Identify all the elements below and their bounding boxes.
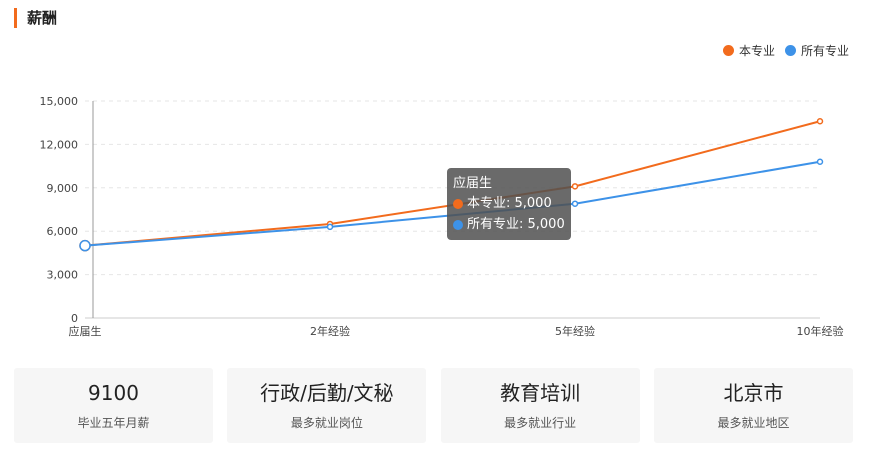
card-salary: 9100 毕业五年月薪: [14, 368, 213, 443]
tooltip-value-all: 所有专业: 5,000: [467, 217, 565, 232]
tooltip-row-major: 本专业: 5,000: [453, 193, 565, 214]
y-tick-label: 6,000: [47, 225, 79, 238]
card-position: 行政/后勤/文秘 最多就业岗位: [227, 368, 427, 443]
tooltip-row-all: 所有专业: 5,000: [453, 214, 565, 235]
y-tick-label: 9,000: [47, 182, 79, 195]
tooltip-value-major: 本专业: 5,000: [467, 196, 552, 211]
data-point: [571, 183, 579, 190]
y-tick-label: 12,000: [40, 138, 79, 151]
summary-cards: 9100 毕业五年月薪 行政/后勤/文秘 最多就业岗位 教育培训 最多就业行业 …: [14, 368, 853, 443]
x-tick-label: 应届生: [69, 324, 102, 338]
y-tick-label: 3,000: [47, 269, 79, 282]
data-point: [816, 118, 824, 125]
card-position-label: 最多就业岗位: [290, 416, 363, 430]
tooltip-dot-major: [453, 198, 463, 209]
x-tick-label: 5年经验: [555, 324, 595, 338]
data-point: [326, 223, 334, 231]
x-tick-label: 2年经验: [310, 324, 350, 338]
card-industry-value: 教育培训: [500, 381, 581, 405]
card-salary-value: 9100: [88, 381, 139, 405]
card-industry-label: 最多就业行业: [504, 416, 577, 430]
salary-line-chart: 0 3,000 6,000 9,000 12,000 15,000 应届生 2年经验 5年经验 1…: [40, 95, 844, 338]
x-tick-label: 10年经验: [797, 324, 844, 338]
y-tick-label: 15,000: [40, 95, 79, 108]
chart-tooltip: 应届生 本专业: 5,000 所有专业: 5,000: [447, 168, 571, 240]
card-region: 北京市 最多就业地区: [653, 368, 853, 443]
data-point: [571, 200, 579, 207]
tooltip-dot-all: [453, 219, 463, 230]
card-industry: 教育培训 最多就业行业: [440, 368, 640, 443]
data-point: [79, 239, 91, 252]
card-salary-label: 毕业五年月薪: [77, 416, 150, 430]
data-point: [816, 158, 824, 166]
card-position-value: 行政/后勤/文秘: [260, 381, 394, 405]
y-tick-label: 0: [71, 312, 78, 325]
card-region-label: 最多就业地区: [717, 416, 790, 430]
tooltip-title: 应届生: [453, 176, 493, 191]
card-region-value: 北京市: [723, 381, 784, 405]
